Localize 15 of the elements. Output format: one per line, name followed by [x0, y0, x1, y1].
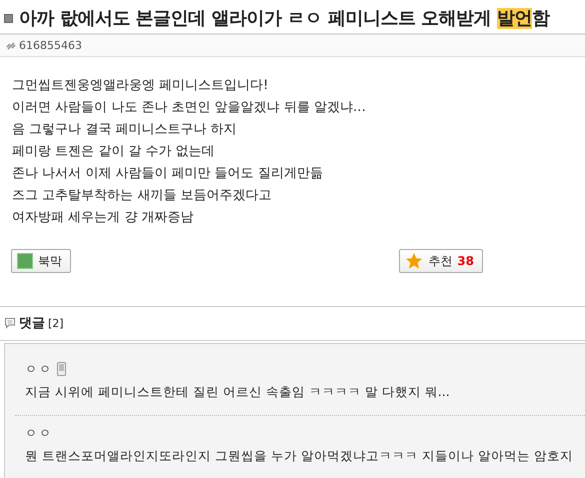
link-icon: [6, 40, 16, 50]
bullet-icon: [4, 14, 13, 22]
comment-count: [2]: [48, 316, 64, 330]
speech-bubble-icon: [4, 317, 16, 329]
post-title: 아까 랎에서도 본글인데 앨라이가 ㄹㅇ 페미니스트 오해받게 발언함: [19, 7, 550, 30]
comment-author: ㅇㅇ: [25, 360, 53, 378]
comments-title: 댓글: [19, 315, 45, 332]
comment-text: 뭔 트랜스포머앨라인지또라인지 그뭔씹을 누가 알아먹겠냐고ㅋㅋㅋ 지들이나 알아먹는 암호지: [25, 448, 574, 465]
comment-author: ㅇㅇ: [25, 424, 53, 442]
post-id: 616855463: [19, 39, 82, 52]
post-body: 그먼씹트젠웅엥앨라웅엥 페미니스트입니다! 이러면 사람들이 나도 존나 초면인 앞을알겠냐 뒤를 알겠냐… 음 그렇구나 결국 페미니스트구나 하지 페미랑 트젠은 같이 갈 수가 없는데 존나 나서서 이제 사람들이 페미만 들어도 질리게만듦 즈그 고추탈부착하는 새끼들 보듬어주겠다고 여자방패 세우는게 걍 개짜증남: [11, 77, 367, 227]
recommend-button[interactable]: 추천 38: [399, 249, 483, 273]
bookmark-button[interactable]: 북막: [11, 249, 71, 273]
star-icon: [405, 252, 424, 270]
comment-text: 지금 시위에 페미니스트한테 질린 어르신 속출임 ㅋㅋㅋㅋ 말 다했지 뭐...: [25, 384, 451, 401]
